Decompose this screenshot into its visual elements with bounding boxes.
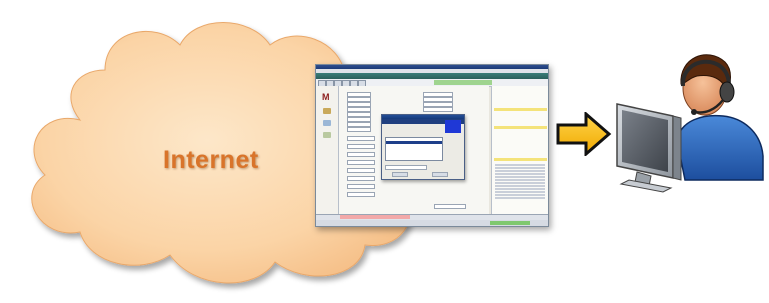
dialog-field (385, 165, 427, 170)
panel-list-row (495, 185, 545, 187)
app-dialog (381, 114, 465, 180)
form-field (347, 144, 375, 149)
panel-highlight (494, 158, 547, 161)
app-right-panel (491, 86, 548, 214)
form-field (347, 127, 371, 132)
call-center-agent-icon (616, 54, 764, 193)
form-field (347, 176, 375, 181)
panel-list-row (495, 176, 545, 178)
app-status-indicator (490, 221, 530, 225)
panel-list-row (495, 197, 545, 199)
form-field (347, 168, 375, 173)
app-screenshot: M (315, 64, 549, 227)
dialog-list-selected-row (386, 141, 442, 144)
form-field (434, 204, 466, 209)
dialog-color-swatch (445, 120, 461, 133)
panel-list-row (495, 179, 545, 181)
form-field (347, 192, 375, 197)
panel-list-row (495, 188, 545, 190)
toolbar-status-band (434, 80, 492, 85)
nav-icon (323, 132, 331, 138)
app-logo: M (322, 92, 330, 102)
internet-label: Internet (163, 146, 259, 174)
form-field (423, 107, 453, 112)
app-main-form (339, 86, 489, 214)
panel-list-row (495, 164, 545, 166)
panel-highlight (494, 108, 547, 111)
panel-list-row (495, 170, 545, 172)
diagram: Internet M (0, 0, 769, 303)
nav-icon (323, 108, 331, 114)
panel-highlight (494, 126, 547, 129)
form-field (347, 160, 375, 165)
nav-icon (323, 120, 331, 126)
dialog-list (385, 137, 443, 161)
app-left-nav: M (316, 86, 339, 214)
form-field (347, 184, 375, 189)
panel-list-row (495, 173, 545, 175)
panel-list-row (495, 167, 545, 169)
dialog-button (392, 172, 408, 177)
arrow-right-icon (556, 112, 612, 156)
app-alert-band (340, 215, 410, 219)
panel-list-row (495, 194, 545, 196)
form-field (347, 136, 375, 141)
panel-list-row (495, 182, 545, 184)
form-field (347, 152, 375, 157)
dialog-button (432, 172, 448, 177)
panel-list-row (495, 191, 545, 193)
